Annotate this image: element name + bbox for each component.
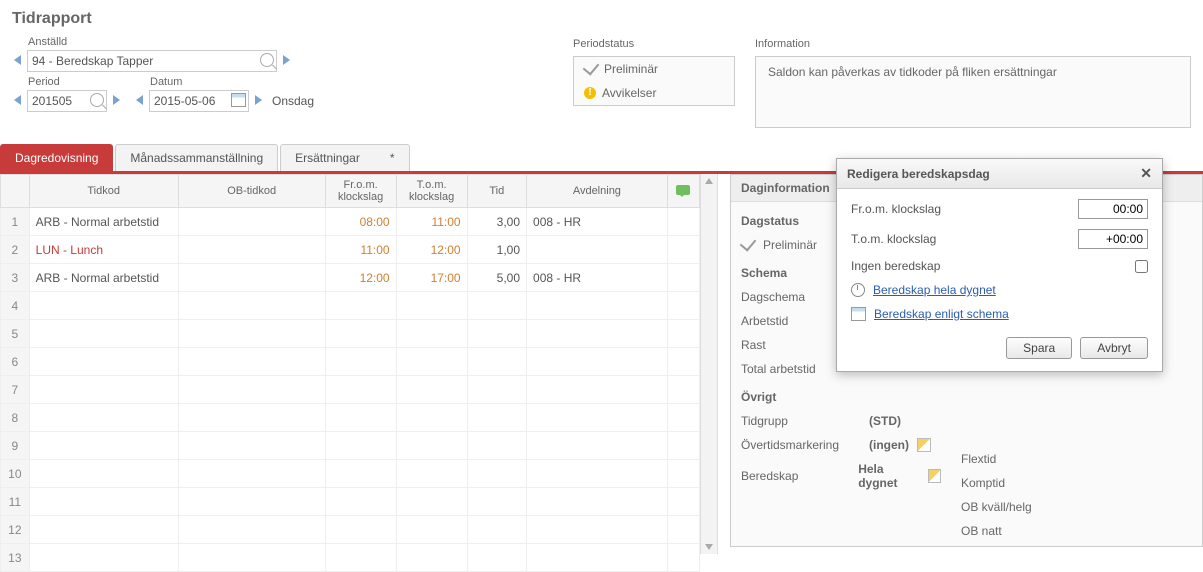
check-icon: [583, 58, 600, 75]
time-grid[interactable]: Tidkod OB-tidkod Fr.o.m. klockslag T.o.m…: [0, 174, 700, 572]
col-tom[interactable]: T.o.m. klockslag: [396, 175, 467, 208]
date-next[interactable]: [253, 92, 264, 110]
table-row[interactable]: 9: [1, 432, 700, 460]
search-icon[interactable]: [90, 93, 104, 110]
edit-overtid-icon[interactable]: [917, 438, 931, 452]
dlg-tom-label: T.o.m. klockslag: [851, 232, 1078, 246]
komptid-label: Komptid: [961, 476, 1091, 490]
dlg-ingen-checkbox[interactable]: [1135, 260, 1148, 273]
weekday-label: Onsdag: [272, 94, 314, 108]
calendar-icon[interactable]: [231, 93, 246, 110]
tab-ersattningar[interactable]: Ersättningar*: [280, 144, 409, 171]
overtid-label: Övertidsmarkering: [741, 438, 861, 452]
date-field: Datum Onsdag: [134, 76, 314, 112]
tidgrupp-label: Tidgrupp: [741, 414, 861, 428]
employee-input[interactable]: [27, 50, 277, 72]
dlg-tom-input[interactable]: [1078, 229, 1148, 249]
table-row[interactable]: 1ARB - Normal arbetstid08:0011:003,00008…: [1, 208, 700, 236]
status-preliminar: Preliminär: [574, 57, 734, 81]
link-beredskap-hela-dygnet[interactable]: Beredskap hela dygnet: [873, 283, 996, 297]
period-label: Period: [12, 76, 122, 88]
employee-prev[interactable]: [12, 52, 23, 70]
col-comment[interactable]: [667, 175, 699, 208]
period-field: Period: [12, 76, 122, 112]
tab-manadssammanstallning[interactable]: Månadssammanställning: [115, 144, 278, 171]
link-beredskap-enligt-schema[interactable]: Beredskap enligt schema: [874, 307, 1009, 321]
tab-dagredovisning[interactable]: Dagredovisning: [0, 144, 113, 171]
clock-icon: [851, 283, 865, 297]
save-button[interactable]: Spara: [1006, 337, 1072, 359]
table-row[interactable]: 4: [1, 292, 700, 320]
date-prev[interactable]: [134, 92, 145, 110]
employee-next[interactable]: [281, 52, 292, 70]
information-title: Information: [755, 36, 1191, 54]
table-row[interactable]: 10: [1, 460, 700, 488]
date-label: Datum: [134, 76, 314, 88]
ovrigt-heading: Övrigt: [741, 390, 941, 404]
calendar-icon: [851, 307, 866, 321]
col-tid[interactable]: Tid: [467, 175, 526, 208]
period-next[interactable]: [111, 92, 122, 110]
dlg-from-input[interactable]: [1078, 199, 1148, 219]
col-tidkod[interactable]: Tidkod: [29, 175, 178, 208]
overtid-value: (ingen): [869, 438, 909, 452]
filters-bar: Anställd Period Datum: [0, 36, 1203, 138]
table-row[interactable]: 7: [1, 376, 700, 404]
obkvall-label: OB kväll/helg: [961, 500, 1091, 514]
edit-beredskap-icon[interactable]: [928, 469, 941, 483]
period-prev[interactable]: [12, 92, 23, 110]
scroll-up-icon[interactable]: [705, 178, 713, 184]
col-obtidkod[interactable]: OB-tidkod: [178, 175, 325, 208]
page-title: Tidrapport: [0, 0, 1203, 36]
status-avvikelser: !Avvikelser: [574, 81, 734, 105]
warn-icon: !: [584, 87, 596, 99]
dialog-redigera-beredskapsdag: Redigera beredskapsdag ✕ Fr.o.m. klocksl…: [836, 158, 1163, 372]
table-row[interactable]: 8: [1, 404, 700, 432]
beredskap-label: Beredskap: [741, 469, 850, 483]
periodstatus-panel: Preliminär !Avvikelser: [573, 56, 735, 106]
check-icon: [740, 234, 757, 251]
dialog-close-icon[interactable]: ✕: [1140, 165, 1152, 182]
employee-field: Anställd: [12, 36, 314, 72]
chat-icon: [676, 185, 690, 195]
table-row[interactable]: 11: [1, 488, 700, 516]
grid-scrollbar[interactable]: [700, 174, 717, 554]
employee-label: Anställd: [12, 36, 314, 48]
table-row[interactable]: 6: [1, 348, 700, 376]
search-icon[interactable]: [260, 53, 274, 70]
obnatt-label: OB natt: [961, 524, 1091, 538]
cancel-button[interactable]: Avbryt: [1080, 337, 1148, 359]
beredskap-value: Hela dygnet: [858, 462, 920, 490]
tidgrupp-value: (STD): [869, 414, 901, 428]
col-from[interactable]: Fr.o.m. klockslag: [325, 175, 396, 208]
dlg-ingen-label: Ingen beredskap: [851, 259, 1135, 273]
table-row[interactable]: 12: [1, 516, 700, 544]
col-avdelning[interactable]: Avdelning: [527, 175, 668, 208]
table-row[interactable]: 3ARB - Normal arbetstid12:0017:005,00008…: [1, 264, 700, 292]
table-row[interactable]: 13: [1, 544, 700, 572]
information-panel: Saldon kan påverkas av tidkoder på flike…: [755, 56, 1191, 128]
dialog-title: Redigera beredskapsdag: [847, 167, 990, 181]
table-row[interactable]: 2LUN - Lunch11:0012:001,00: [1, 236, 700, 264]
dlg-from-label: Fr.o.m. klockslag: [851, 202, 1078, 216]
flextid-label: Flextid: [961, 452, 1091, 466]
table-row[interactable]: 5: [1, 320, 700, 348]
periodstatus-title: Periodstatus: [573, 36, 735, 54]
scroll-down-icon[interactable]: [705, 544, 713, 550]
